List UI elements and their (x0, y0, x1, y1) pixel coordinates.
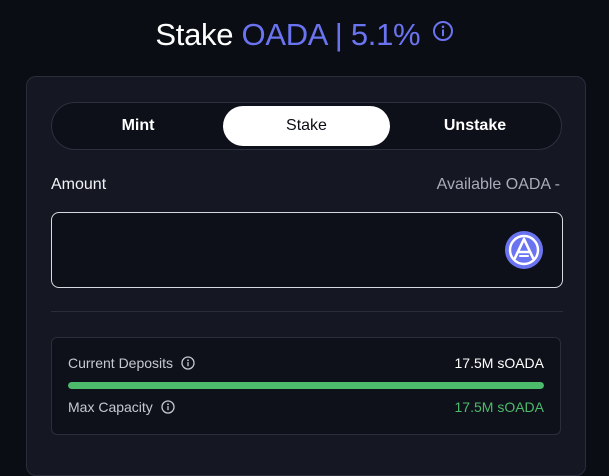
available-balance: Available OADA - (437, 176, 560, 194)
current-deposits-value: 17.5M sOADA (454, 355, 544, 371)
tab-mint[interactable]: Mint (55, 106, 221, 146)
current-deposits-info-icon[interactable] (181, 356, 195, 370)
max-capacity-label: Max Capacity (68, 399, 153, 415)
available-value: - (554, 176, 560, 193)
capacity-progress-bar (68, 382, 544, 389)
info-circle-icon[interactable] (432, 10, 454, 54)
title-accent: OADA | 5.1% (241, 17, 421, 52)
deposits-panel: Current Deposits 17.5M sOADA Max Capacit… (51, 337, 561, 435)
current-deposits-row: Current Deposits (68, 355, 195, 371)
max-capacity-value: 17.5M sOADA (454, 399, 544, 415)
current-deposits-label: Current Deposits (68, 355, 174, 371)
max-capacity-info-icon[interactable] (161, 400, 175, 414)
page-title: Stake OADA | 5.1% (0, 10, 609, 57)
capacity-progress-fill (68, 382, 544, 389)
section-divider (51, 311, 563, 312)
tab-stake[interactable]: Stake (223, 106, 390, 146)
tab-unstake[interactable]: Unstake (392, 106, 558, 146)
mode-tabs: Mint Stake Unstake (51, 102, 562, 150)
amount-input[interactable] (51, 212, 563, 288)
stake-card: Mint Stake Unstake Amount Available OADA… (26, 76, 586, 476)
amount-label: Amount (51, 176, 107, 193)
available-label: Available OADA (436, 176, 551, 193)
title-prefix: Stake (155, 17, 234, 52)
max-capacity-row: Max Capacity (68, 399, 175, 415)
oada-token-icon (504, 230, 544, 270)
